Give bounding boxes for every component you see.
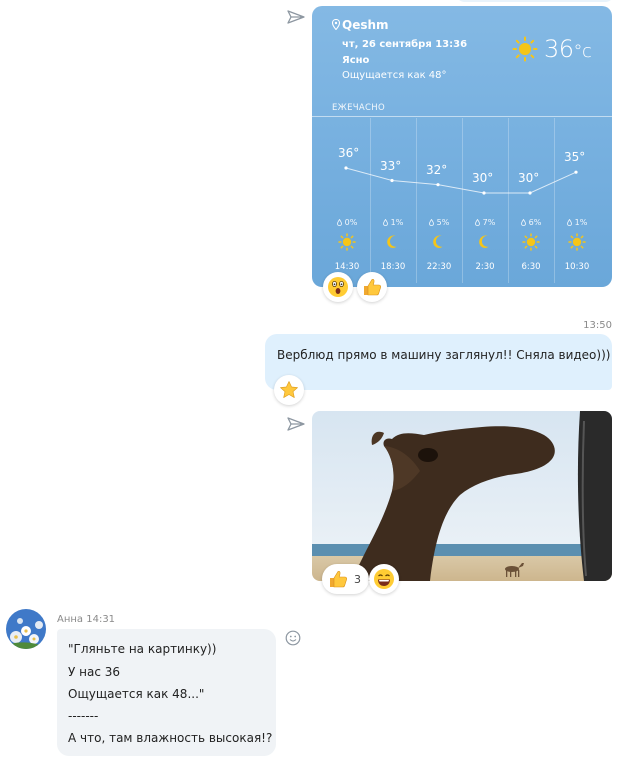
reaction-thumbs-up[interactable] <box>357 272 387 302</box>
message-text: Верблюд прямо в машину заглянул!! Сняла … <box>277 348 611 362</box>
message-line: Ощущается как 48..." <box>68 687 205 701</box>
message-time: 13:50 <box>583 320 612 331</box>
temp-point <box>436 183 440 187</box>
forward-icon[interactable] <box>287 9 305 24</box>
temp-line <box>345 167 577 194</box>
divider <box>312 116 612 117</box>
previous-message-bubble <box>455 0 615 2</box>
message-line: А что, там влажность высокая!? <box>68 731 273 745</box>
weather-feels-like: Ощущается как 48° <box>342 70 447 81</box>
message-line: У нас 36 <box>68 665 121 679</box>
reaction-count: 3 <box>354 572 361 586</box>
avatar[interactable] <box>6 609 46 649</box>
camel-photo[interactable] <box>312 411 612 581</box>
message-line: "Гляньте на картинку)) <box>68 642 217 656</box>
temp-point <box>390 178 394 183</box>
weather-current-temp: 36°c <box>544 35 592 63</box>
thumbs-up-emoji-icon <box>364 279 382 296</box>
weather-date: чт, 26 сентября 13:36 <box>342 39 468 50</box>
temp-point <box>482 191 486 195</box>
add-reaction-icon[interactable] <box>285 630 301 646</box>
weather-location: Qeshm <box>342 18 389 32</box>
laughing-emoji-icon <box>374 569 394 589</box>
outgoing-message[interactable]: Верблюд прямо в машину заглянул!! Сняла … <box>265 334 612 390</box>
temp-point <box>344 166 348 170</box>
incoming-message[interactable]: "Гляньте на картинку)) У нас 36 Ощущаетс… <box>57 629 276 756</box>
reaction-laughing[interactable] <box>369 564 399 594</box>
temp-point <box>528 191 532 195</box>
weather-condition: Ясно <box>342 55 370 66</box>
thumbs-up-emoji-icon <box>330 571 348 588</box>
sun-icon <box>512 36 538 62</box>
temp-point <box>574 170 578 174</box>
hourly-label: ЕЖЕЧАСНО <box>332 103 385 113</box>
reaction-surprised[interactable] <box>323 272 353 302</box>
temperature-line <box>344 166 578 195</box>
reaction-star[interactable] <box>274 375 304 405</box>
message-line: ------- <box>68 709 99 723</box>
surprised-emoji-icon <box>328 277 348 297</box>
forward-icon[interactable] <box>287 416 305 431</box>
reaction-thumbs-up[interactable]: 3 <box>322 564 369 594</box>
location-pin-icon <box>332 19 340 30</box>
sender-name-time: Анна 14:31 <box>57 614 116 625</box>
weather-card[interactable]: Qeshm чт, 26 сентября 13:36 Ясно Ощущает… <box>312 6 612 287</box>
star-emoji-icon <box>280 381 298 398</box>
